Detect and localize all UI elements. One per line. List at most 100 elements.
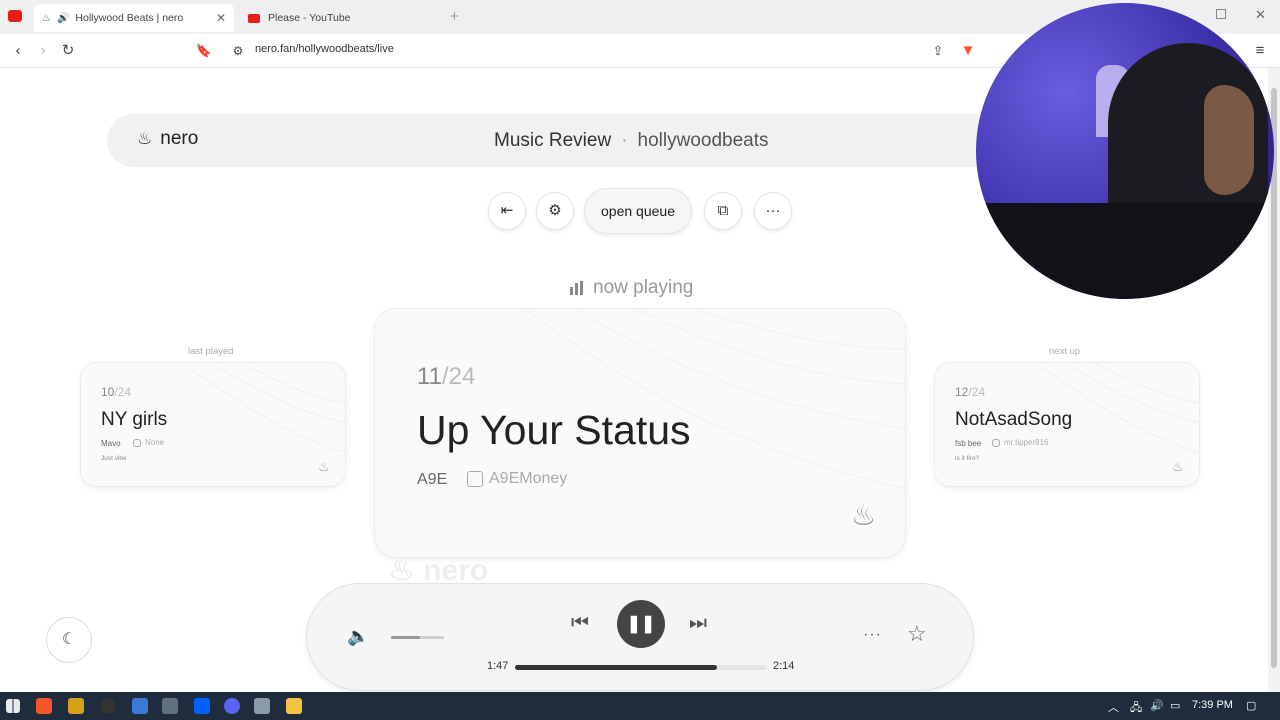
pause-button[interactable]: ❚❚: [617, 600, 665, 648]
flame-icon: ♨: [851, 500, 877, 531]
title-text: Music Review: [494, 130, 612, 151]
share-button[interactable]: ⧉: [704, 192, 742, 230]
tab-hollywood-beats[interactable]: ♨ 🔊 Hollywood Beats | nero ✕: [34, 4, 234, 32]
now-playing-label: now playing: [570, 277, 693, 299]
position-total: /24: [968, 385, 986, 399]
position-number: 10: [101, 385, 115, 399]
tab-label: Hollywood Beats | nero: [75, 12, 184, 24]
position-total: /24: [114, 385, 132, 399]
logo-text: nero: [160, 128, 199, 149]
browser-menu-icon[interactable]: [8, 10, 22, 22]
network-icon[interactable]: 🖧: [1130, 699, 1142, 718]
menu-icon[interactable]: ≡: [1250, 41, 1270, 61]
volume-tray-icon[interactable]: 🔊: [1150, 699, 1164, 712]
site-info-icon[interactable]: ⚙: [228, 41, 248, 61]
track-position: 11/24: [417, 363, 475, 391]
next-up-card[interactable]: 12/24 NotAsadSong fsb bee mr.tipper816 i…: [934, 362, 1200, 487]
equalizer-icon: [570, 281, 585, 295]
file-taskbar-icon[interactable]: [132, 698, 148, 714]
tray-chevron-icon[interactable]: ︿: [1108, 699, 1119, 715]
explorer-taskbar-icon[interactable]: [286, 698, 302, 714]
total-duration: 2:14: [773, 660, 795, 672]
discord-taskbar-icon[interactable]: [224, 698, 240, 714]
track-artist: A9E: [417, 471, 448, 488]
windows-taskbar: ︿ 🖧 🔊 ▭ 7:39 PM ▢: [0, 692, 1280, 720]
open-queue-button[interactable]: open queue: [584, 188, 692, 234]
tool-taskbar-icon[interactable]: [162, 698, 178, 714]
track-position: 12/24: [955, 385, 985, 399]
position-total: /24: [441, 363, 476, 390]
app-taskbar-icon[interactable]: [68, 698, 84, 714]
dark-mode-toggle[interactable]: ☾: [46, 617, 92, 663]
last-played-card[interactable]: 10/24 NY girls Mavo None Just vibe ♨: [80, 362, 346, 487]
exit-button[interactable]: ⇤: [488, 192, 526, 230]
track-title: NY girls: [101, 409, 168, 430]
share-icon[interactable]: ⇪: [928, 41, 948, 61]
previous-track-icon[interactable]: ⏮: [571, 612, 589, 635]
battery-icon[interactable]: ▭: [1170, 699, 1180, 712]
player-bar: 🔈 ⏮ ❚❚ ⏭ 1:47 2:14 ··· ☆: [306, 583, 974, 691]
window-close-icon[interactable]: ✕: [1255, 7, 1266, 23]
instagram-text: mr.tipper816: [1004, 438, 1049, 447]
more-icon[interactable]: ···: [863, 626, 882, 644]
track-position: 10/24: [101, 385, 131, 399]
brave-shield-icon[interactable]: ▼: [958, 41, 978, 61]
next-track-icon[interactable]: ⏭: [689, 612, 707, 635]
volume-slider[interactable]: [391, 636, 444, 639]
person-body: [976, 203, 1274, 299]
instagram-handle[interactable]: None: [133, 438, 164, 447]
back-icon[interactable]: ‹: [8, 41, 28, 61]
track-note: Just vibe: [101, 455, 127, 462]
clock[interactable]: 7:39 PM: [1192, 699, 1233, 711]
reload-icon[interactable]: ↻: [58, 41, 78, 61]
track-title: Up Your Status: [417, 407, 691, 453]
instagram-icon: [992, 438, 1000, 447]
elapsed-time: 1:47: [487, 660, 509, 672]
flame-icon: ♨: [318, 459, 330, 474]
title-separator: ·: [621, 130, 628, 151]
nero-logo[interactable]: ♨ nero: [137, 128, 198, 150]
star-icon[interactable]: ☆: [907, 621, 927, 647]
moon-icon: ☾: [61, 631, 77, 648]
tab-youtube[interactable]: Please - YouTube: [240, 4, 440, 32]
dropbox-taskbar-icon[interactable]: [194, 698, 210, 714]
forward-icon[interactable]: ›: [33, 41, 53, 61]
volume-icon[interactable]: 🔈: [347, 626, 369, 647]
tab-label: Please - YouTube: [268, 12, 351, 24]
brave-taskbar-icon[interactable]: [36, 698, 52, 714]
progress-fill: [515, 665, 717, 670]
position-number: 12: [955, 385, 969, 399]
progress-bar[interactable]: [515, 665, 767, 670]
track-note: is it fire?: [955, 455, 980, 462]
nero-favicon-icon: ♨: [42, 12, 51, 24]
speaker-icon: 🔊: [56, 12, 70, 24]
instagram-text: None: [145, 438, 165, 447]
obs-taskbar-icon[interactable]: [100, 698, 116, 714]
more-options-button[interactable]: ···: [754, 192, 792, 230]
track-artist: Mavo: [101, 439, 121, 448]
next-up-caption: next up: [1049, 346, 1081, 357]
flame-icon: ♨: [1172, 459, 1184, 474]
track-title: NotAsadSong: [955, 409, 1073, 430]
start-icon[interactable]: [6, 699, 20, 713]
instagram-icon: [133, 438, 141, 447]
person-face: [1204, 85, 1254, 195]
page-header: ♨ nero Music Review · hollywoodbeats: [107, 114, 1067, 167]
window-restore-icon[interactable]: [1216, 9, 1226, 19]
current-track-card: 11/24 Up Your Status A9E A9EMoney ♨: [374, 308, 906, 558]
address-bar[interactable]: nero.fan/hollywoodbeats/live: [255, 43, 394, 55]
instagram-handle[interactable]: A9EMoney: [467, 470, 567, 488]
channel-name: hollywoodbeats: [637, 130, 769, 151]
instagram-handle[interactable]: mr.tipper816: [992, 438, 1048, 447]
instagram-text: A9EMoney: [489, 470, 568, 487]
webcam-overlay: [976, 3, 1274, 299]
bookmark-icon[interactable]: 🔖: [194, 41, 214, 61]
volume-fill: [391, 636, 421, 639]
close-icon[interactable]: ✕: [216, 11, 226, 25]
calculator-taskbar-icon[interactable]: [254, 698, 270, 714]
track-artist: fsb bee: [955, 439, 982, 448]
new-tab-button[interactable]: +: [450, 8, 459, 25]
notifications-icon[interactable]: ▢: [1246, 699, 1256, 712]
settings-button[interactable]: ⚙: [536, 192, 574, 230]
instagram-icon: [467, 471, 483, 487]
